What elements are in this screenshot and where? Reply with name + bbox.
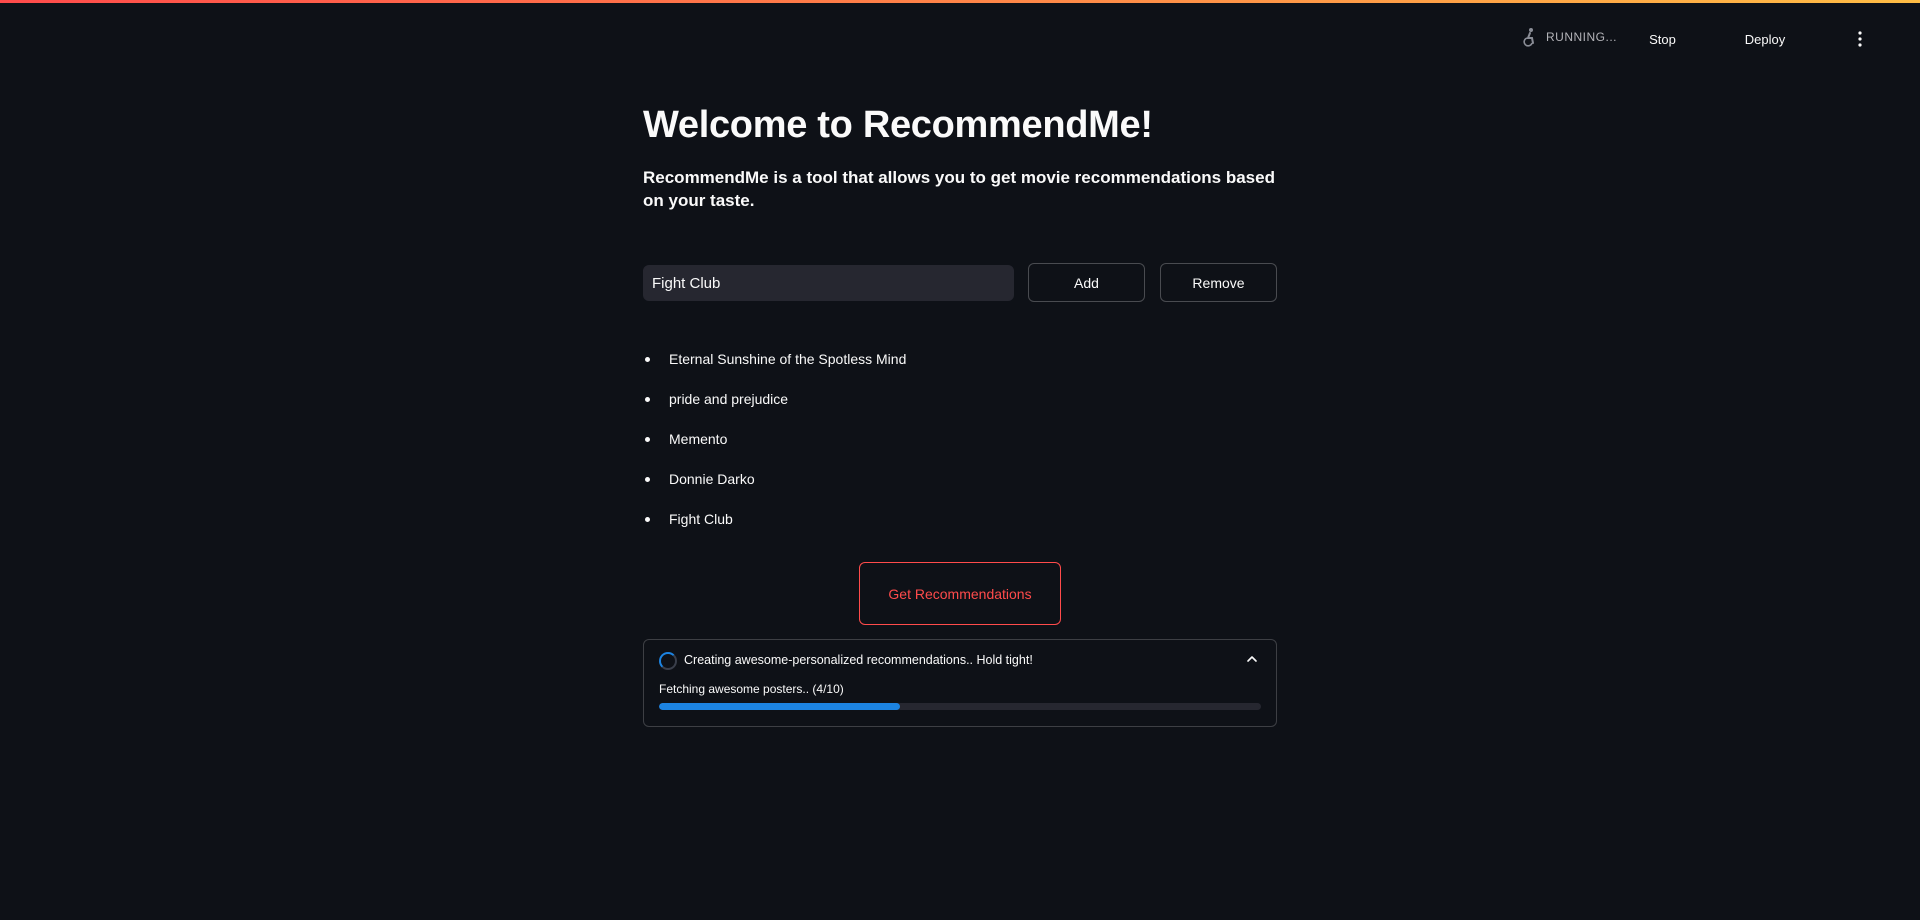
chevron-up-icon[interactable]	[1246, 654, 1258, 664]
bullet-icon	[645, 517, 650, 522]
app-header: RUNNING... Stop Deploy	[0, 3, 1920, 71]
deploy-button[interactable]: Deploy	[1735, 25, 1795, 53]
movie-title: pride and prejudice	[669, 391, 789, 407]
running-figure-icon	[1520, 27, 1540, 47]
page-subtitle: RecommendMe is a tool that allows you to…	[643, 168, 1275, 210]
list-item: Fight Club	[643, 505, 906, 545]
progress-label: Fetching awesome posters.. (4/10)	[659, 682, 844, 696]
bullet-icon	[645, 397, 650, 402]
list-item: Donnie Darko	[643, 465, 906, 505]
status-label: Creating awesome-personalized recommenda…	[684, 653, 1033, 667]
kebab-menu-icon	[1858, 31, 1862, 47]
main-menu-button[interactable]	[1848, 25, 1872, 53]
movie-title: Fight Club	[669, 511, 733, 527]
get-recommendations-button[interactable]: Get Recommendations	[859, 562, 1061, 625]
progress-bar	[659, 703, 1261, 710]
bullet-icon	[645, 477, 650, 482]
list-item: Memento	[643, 425, 906, 465]
list-item: pride and prejudice	[643, 385, 906, 425]
movie-title: Eternal Sunshine of the Spotless Mind	[669, 351, 907, 367]
movie-title: Donnie Darko	[669, 471, 755, 487]
movie-input[interactable]	[643, 265, 1014, 301]
page-title: Welcome to RecommendMe!	[643, 104, 1153, 146]
movie-title: Memento	[669, 431, 728, 447]
progress-fill	[659, 703, 900, 710]
status-expander[interactable]: Creating awesome-personalized recommenda…	[643, 639, 1277, 727]
remove-button[interactable]: Remove	[1160, 263, 1277, 302]
list-item: Eternal Sunshine of the Spotless Mind	[643, 345, 906, 385]
status-text: RUNNING...	[1546, 30, 1617, 44]
add-button[interactable]: Add	[1028, 263, 1145, 302]
bullet-icon	[645, 357, 650, 362]
stop-button[interactable]: Stop	[1640, 25, 1685, 53]
spinner-icon	[659, 652, 677, 670]
bullet-icon	[645, 437, 650, 442]
movie-list: Eternal Sunshine of the Spotless Mind pr…	[643, 345, 906, 545]
running-status: RUNNING...	[1520, 27, 1617, 47]
